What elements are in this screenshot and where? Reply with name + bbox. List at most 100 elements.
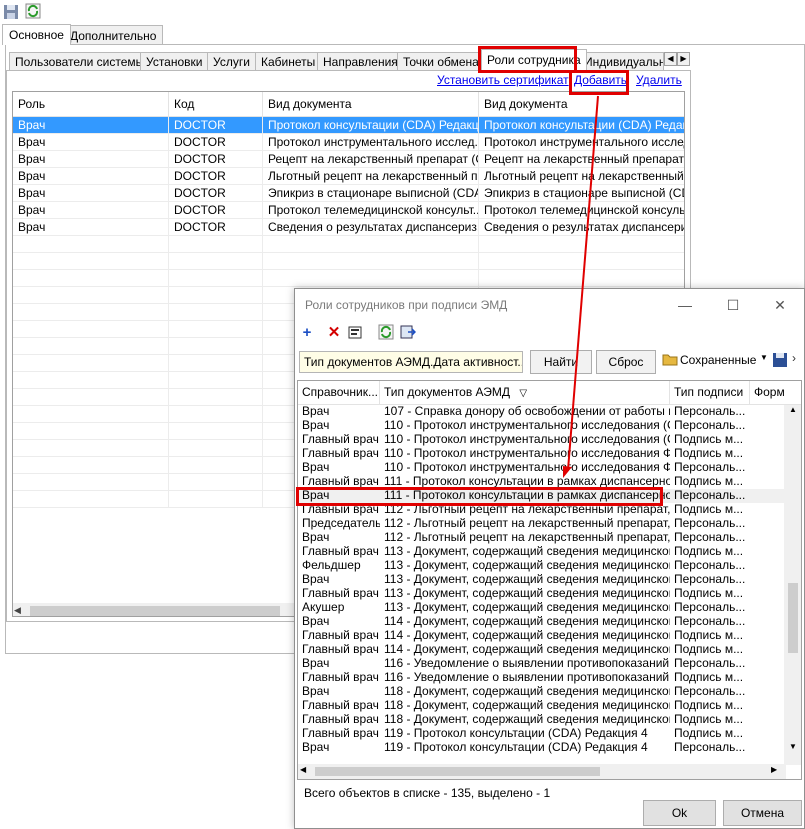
save-filter-icon[interactable] <box>772 352 789 369</box>
close-icon[interactable]: ✕ <box>770 295 790 315</box>
tab-system-users[interactable]: Пользователи системы <box>9 52 151 71</box>
cell-doc-type-2: Протокол инструментального исследо... <box>479 134 684 151</box>
vertical-scrollbar-thumb[interactable] <box>788 583 798 653</box>
tab-scroll-left-icon[interactable]: ◀ <box>664 52 677 66</box>
table-row[interactable]: Акушер 113 - Документ, содержащий сведени… <box>298 601 784 615</box>
table-row[interactable]: Главный врач 110 - Протокол инструменталь… <box>298 433 784 447</box>
table-row[interactable]: Врач 110 - Протокол инструментального исс… <box>298 461 784 475</box>
table-row[interactable]: Врач 107 - Справка донору об освобождении… <box>298 405 784 419</box>
table-row[interactable]: Врач DOCTOR Эпикриз в стационаре выписной … <box>13 185 684 202</box>
properties-icon[interactable] <box>347 324 365 342</box>
status-text: Всего объектов в списке - 135, выделено … <box>304 786 551 800</box>
table-row[interactable]: Главный врач 119 - Протокол консультации … <box>298 727 784 741</box>
table-row[interactable]: Главный врач 118 - Документ, содержащий с… <box>298 713 784 727</box>
table-row[interactable]: Главный врач 116 - Уведомление о выявлени… <box>298 671 784 685</box>
table-row[interactable]: Главный врач 114 - Документ, содержащий с… <box>298 643 784 657</box>
table-row[interactable]: Врач 110 - Протокол инструментального исс… <box>298 419 784 433</box>
cell-aemd-doc-type: 114 - Документ, содержащий сведения меди… <box>384 643 670 656</box>
table-row[interactable]: Председатель 112 - Льготный рецепт на лек… <box>298 517 784 531</box>
cell-aemd-doc-type: 118 - Документ, содержащий сведения меди… <box>384 699 670 712</box>
cancel-button[interactable]: Отмена <box>723 800 802 826</box>
column-header-doc-type-2[interactable]: Вид документа <box>479 92 684 117</box>
column-header-signature-type[interactable]: Тип подписи <box>670 381 750 405</box>
table-row[interactable]: Главный врач 113 - Документ, содержащий с… <box>298 545 784 559</box>
table-row[interactable]: Главный врач 111 - Протокол консультации … <box>298 475 784 489</box>
delete-link[interactable]: Удалить <box>636 73 682 87</box>
table-row[interactable]: Врач 111 - Протокол консультации в рамках… <box>298 489 784 503</box>
column-header-aemd-doc-type[interactable]: Тип документов АЭМД ▽ <box>380 381 670 405</box>
table-row[interactable]: Врач DOCTOR Протокол телемедицинской консу… <box>13 202 684 219</box>
table-row[interactable]: Врач DOCTOR Сведения о результатах диспанс… <box>13 219 684 236</box>
table-row[interactable]: Главный врач 114 - Документ, содержащий с… <box>298 629 784 643</box>
table-row[interactable]: Врач 112 - Льготный рецепт на лекарственн… <box>298 531 784 545</box>
horizontal-scrollbar[interactable]: ◀ ▶ <box>298 764 786 779</box>
column-header-directory[interactable]: Справочник... <box>298 381 380 405</box>
scroll-down-icon[interactable]: ▼ <box>789 742 797 751</box>
add-icon[interactable]: + <box>298 324 316 342</box>
column-header-doc-type[interactable]: Вид документа <box>263 92 479 117</box>
filter-field[interactable]: Тип документов АЭМД.Дата активност... <box>299 351 523 373</box>
add-link[interactable]: Добавить <box>574 73 627 87</box>
tab-exchange-points[interactable]: Точки обмена <box>397 52 485 71</box>
tab-individual[interactable]: Индивидуальн <box>578 52 664 71</box>
cell-role <box>13 457 169 474</box>
table-row[interactable]: Главный врач 110 - Протокол инструменталь… <box>298 447 784 461</box>
table-row[interactable]: Врач DOCTOR Протокол консультации (CDA) Ре… <box>13 117 684 134</box>
export-icon[interactable] <box>399 324 417 342</box>
table-row[interactable]: Врач DOCTOR Протокол инструментального исс… <box>13 134 684 151</box>
tab-services[interactable]: Услуги <box>207 52 256 71</box>
saved-filters-button[interactable]: Сохраненные <box>680 353 756 367</box>
overflow-chevron-icon[interactable]: › <box>792 351 796 365</box>
set-certificate-link[interactable]: Установить сертификат <box>437 73 569 87</box>
cell-code <box>169 440 263 457</box>
tab-directions[interactable]: Направления <box>317 52 404 71</box>
table-row[interactable]: Врач 119 - Протокол консультации (CDA) Ре… <box>298 741 784 755</box>
tab-scroll-right-icon[interactable]: ▶ <box>677 52 690 66</box>
column-header-code[interactable]: Код <box>169 92 263 117</box>
column-header-form[interactable]: Форм <box>750 381 801 405</box>
find-button[interactable]: Найти <box>530 350 592 374</box>
table-row[interactable]: Врач 114 - Документ, содержащий сведения … <box>298 615 784 629</box>
chevron-down-icon[interactable]: ▼ <box>760 353 768 362</box>
scrollbar-thumb[interactable] <box>30 606 280 616</box>
cell-directory: Фельдшер <box>302 559 361 572</box>
reset-button[interactable]: Сброс <box>596 350 656 374</box>
table-row[interactable]: Фельдшер 113 - Документ, содержащий сведе… <box>298 559 784 573</box>
roles-dictionary-grid[interactable]: Справочник... Тип документов АЭМД ▽ Тип … <box>297 380 802 780</box>
table-row[interactable]: Врач 118 - Документ, содержащий сведения … <box>298 685 784 699</box>
vertical-scrollbar[interactable]: ▲ ▼ <box>784 405 801 765</box>
saved-filters-icon[interactable] <box>662 351 679 368</box>
cell-aemd-doc-type: 110 - Протокол инструментального исследо… <box>384 447 670 460</box>
table-row[interactable] <box>13 236 684 253</box>
tab-employee-roles[interactable]: Роли сотрудника <box>481 49 587 71</box>
table-row[interactable]: Главный врач 112 - Льготный рецепт на лек… <box>298 503 784 517</box>
scroll-left-icon[interactable]: ◀ <box>300 765 306 774</box>
tab-additional[interactable]: Дополнительно <box>63 25 164 45</box>
scroll-right-icon[interactable]: ▶ <box>771 765 777 774</box>
table-row[interactable]: Главный врач 113 - Документ, содержащий с… <box>298 587 784 601</box>
maximize-icon[interactable]: ☐ <box>723 295 743 315</box>
column-header-role[interactable]: Роль <box>13 92 169 117</box>
tab-main[interactable]: Основное <box>2 24 71 45</box>
table-row[interactable]: Главный врач 118 - Документ, содержащий с… <box>298 699 784 713</box>
cell-directory: Акушер <box>302 601 345 614</box>
save-icon[interactable] <box>3 4 19 20</box>
table-row[interactable]: Врач DOCTOR Льготный рецепт на лекарственн… <box>13 168 684 185</box>
table-row[interactable]: Врач 116 - Уведомление о выявлении против… <box>298 657 784 671</box>
ok-button[interactable]: Ok <box>643 800 716 826</box>
cell-role: Врач <box>13 117 169 134</box>
table-row[interactable]: Врач DOCTOR Рецепт на лекарственный препар… <box>13 151 684 168</box>
scroll-up-icon[interactable]: ▲ <box>789 405 797 414</box>
table-row[interactable] <box>13 270 684 287</box>
scrollbar-thumb[interactable] <box>315 767 600 776</box>
refresh-icon[interactable] <box>25 3 41 19</box>
scroll-left-icon[interactable]: ◀ <box>14 605 21 616</box>
tab-settings[interactable]: Установки <box>140 52 209 71</box>
table-row[interactable]: Врач 113 - Документ, содержащий сведения … <box>298 573 784 587</box>
delete-icon[interactable]: ✕ <box>325 324 343 342</box>
table-row[interactable] <box>13 253 684 270</box>
refresh-icon[interactable] <box>377 324 395 342</box>
cell-aemd-doc-type: 107 - Справка донору об освобождении от … <box>384 405 670 418</box>
tab-rooms[interactable]: Кабинеты <box>255 52 322 71</box>
minimize-icon[interactable]: — <box>675 295 695 315</box>
